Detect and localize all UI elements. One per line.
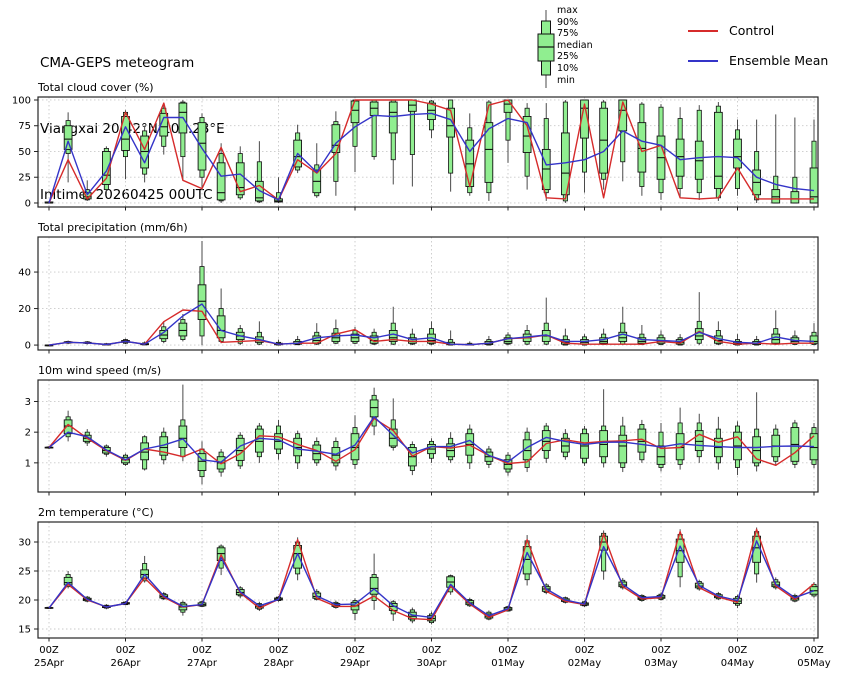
svg-text:3: 3 [25,397,31,408]
svg-text:1: 1 [25,458,31,469]
svg-text:100: 100 [12,95,31,106]
svg-text:00Z: 00Z [345,645,365,656]
svg-text:28Apr: 28Apr [263,658,294,669]
svg-text:04May: 04May [721,658,754,669]
panel-2-title: 10m wind speed (m/s) [38,364,161,377]
panel-1-title: Total precipitation (mm/6h) [37,221,188,234]
svg-text:00Z: 00Z [39,645,59,656]
x-axis-labels: 00Z 25Apr 00Z 26Apr 00Z 27Apr 00Z 28Apr 00Z 29Apr… [34,645,831,669]
svg-text:00Z: 00Z [498,645,518,656]
panel-3: 15 20 25 30 2m temperature (°C) [18,506,818,642]
svg-text:00Z: 00Z [422,645,442,656]
meteogram-canvas: 0 25 50 75 100 Total cloud cover (%) 0 20 40 Tota… [0,0,842,680]
svg-text:00Z: 00Z [651,645,671,656]
svg-text:01May: 01May [491,658,524,669]
svg-text:30: 30 [18,538,31,549]
panel-0-boxes [45,100,818,203]
svg-text:29Apr: 29Apr [340,658,371,669]
svg-text:20: 20 [18,596,31,607]
svg-text:02May: 02May [568,658,601,669]
panel-1: 0 20 40 Total precipitation (mm/6h) [18,221,818,354]
meteogram-page: CMA-GEPS meteogram Viangxai 20.42°N 104.… [0,0,842,680]
svg-text:0: 0 [25,198,31,209]
svg-text:20: 20 [18,304,31,315]
svg-text:25Apr: 25Apr [34,658,65,669]
svg-text:50: 50 [18,147,31,158]
panel-3-title: 2m temperature (°C) [38,506,154,519]
svg-text:25: 25 [18,567,31,578]
svg-text:03May: 03May [644,658,677,669]
svg-text:25: 25 [18,173,31,184]
svg-text:00Z: 00Z [269,645,289,656]
svg-text:05May: 05May [797,658,830,669]
svg-text:26Apr: 26Apr [110,658,141,669]
svg-text:00Z: 00Z [728,645,748,656]
svg-text:00Z: 00Z [804,645,824,656]
svg-text:75: 75 [18,121,31,132]
svg-text:00Z: 00Z [575,645,595,656]
svg-text:0: 0 [25,341,31,352]
svg-text:30Apr: 30Apr [416,658,447,669]
svg-text:2: 2 [25,428,31,439]
svg-text:27Apr: 27Apr [187,658,218,669]
panel-0: 0 25 50 75 100 Total cloud cover (%) [12,81,818,211]
svg-text:00Z: 00Z [116,645,136,656]
svg-text:00Z: 00Z [192,645,212,656]
panel-2: 1 2 3 10m wind speed (m/s) [25,364,818,496]
svg-text:40: 40 [18,268,31,279]
svg-text:15: 15 [18,625,31,636]
panel-0-title: Total cloud cover (%) [37,81,154,94]
